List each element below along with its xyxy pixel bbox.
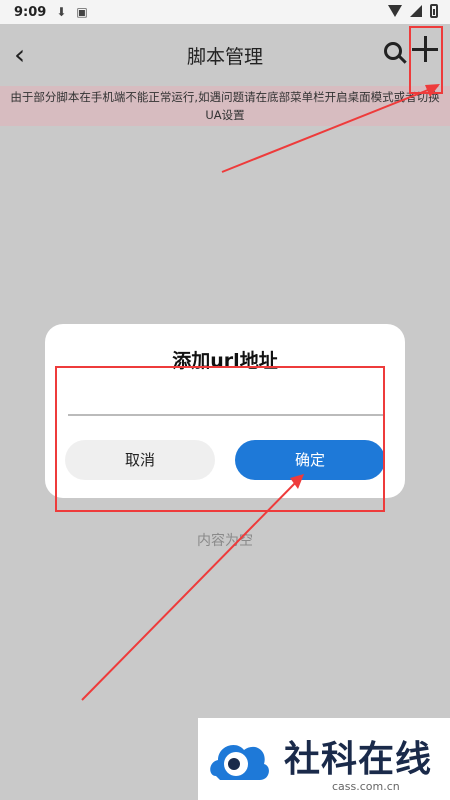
watermark-url: cass.com.cn [332,780,400,793]
notice-banner: 由于部分脚本在手机端不能正常运行,如遇问题请在底部菜单栏开启桌面模式或者切换UA… [0,86,450,126]
watermark: 社科在线 cass.com.cn [198,718,450,800]
photo-icon: ▣ [76,5,88,19]
page-title: 脚本管理 [186,46,263,68]
battery-icon [430,4,438,18]
empty-state-text: 内容为空 [197,533,253,549]
status-bar: 9:09 ⬇ ▣ [0,0,450,24]
search-icon[interactable] [384,42,402,60]
wifi-icon [388,5,402,17]
signal-icon [410,5,422,17]
cloud-logo-icon [210,745,269,780]
status-time: 9:09 [14,4,47,20]
watermark-brand: 社科在线 [284,739,433,780]
app-bar: ‹ 脚本管理 [0,24,450,86]
download-icon: ⬇ [56,5,67,19]
annotation-box-dialog [55,366,385,512]
annotation-box-add [409,26,443,94]
